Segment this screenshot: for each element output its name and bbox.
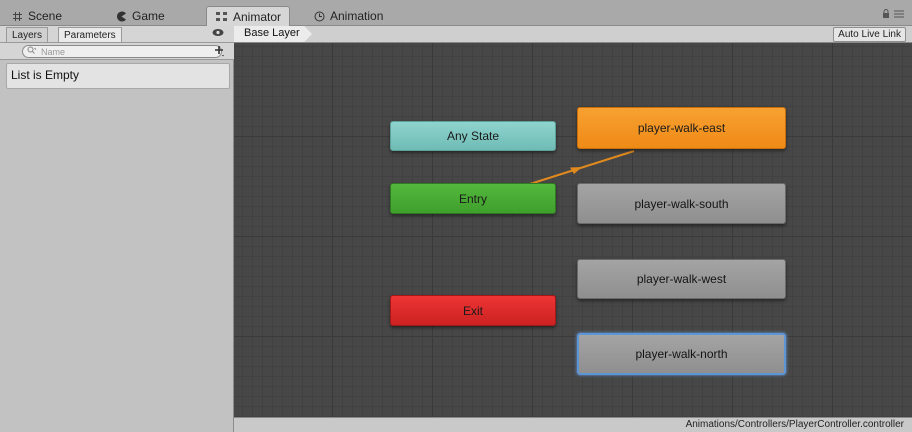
parameters-panel: Layers Parameters List is Empty: [0, 26, 234, 432]
add-parameter-button[interactable]: [214, 45, 226, 60]
pacman-icon: [116, 11, 127, 22]
tab-game[interactable]: Game: [108, 6, 173, 26]
lock-icon[interactable]: [882, 9, 890, 20]
state-node-walk-west[interactable]: player-walk-west: [577, 259, 786, 299]
search-icon: [27, 46, 37, 57]
breadcrumb[interactable]: Base Layer: [234, 26, 312, 42]
empty-list-text: List is Empty: [11, 68, 80, 82]
tab-scene[interactable]: Scene: [4, 6, 70, 26]
animator-icon: [215, 11, 228, 22]
breadcrumb-label: Base Layer: [244, 27, 300, 39]
menu-icon[interactable]: [894, 10, 904, 20]
tab-label: Scene: [28, 9, 63, 23]
transition-arrow[interactable]: [234, 43, 912, 417]
status-bar: Animations/Controllers/PlayerController.…: [234, 417, 912, 432]
tab-label: Animator: [233, 9, 282, 24]
grid-icon: [12, 11, 23, 22]
window-tab-bar: Scene Game Animator Animation: [0, 0, 912, 26]
node-label: player-walk-west: [636, 272, 727, 286]
controller-path: Animations/Controllers/PlayerController.…: [685, 419, 904, 430]
state-node-walk-north[interactable]: player-walk-north: [577, 333, 786, 375]
exit-node[interactable]: Exit: [390, 295, 556, 326]
tab-animator[interactable]: Animator: [206, 6, 291, 26]
any-state-node[interactable]: Any State: [390, 121, 556, 151]
clock-icon: [314, 11, 325, 22]
panel-tabs: Layers Parameters: [0, 26, 234, 43]
node-label: Exit: [462, 303, 483, 318]
node-label: Entry: [458, 191, 487, 206]
tab-animation[interactable]: Animation: [306, 6, 391, 26]
parameter-list: List is Empty: [6, 63, 230, 89]
window-controls: [882, 9, 904, 20]
entry-node[interactable]: Entry: [390, 183, 556, 214]
node-label: player-walk-south: [634, 196, 729, 211]
auto-live-link-button[interactable]: Auto Live Link: [833, 27, 906, 42]
state-node-walk-east[interactable]: player-walk-east: [577, 107, 786, 149]
search-input[interactable]: [22, 45, 222, 58]
state-node-walk-south[interactable]: player-walk-south: [577, 183, 786, 224]
tab-label: Game: [132, 9, 165, 23]
node-label: player-walk-east: [637, 121, 726, 135]
state-machine-graph[interactable]: Any State Entry Exit player-walk-east pl…: [234, 43, 912, 417]
eye-icon[interactable]: [212, 28, 224, 40]
tab-layers[interactable]: Layers: [6, 27, 49, 43]
graph-header: Base Layer Auto Live Link: [234, 26, 912, 43]
node-label: Any State: [446, 129, 500, 143]
node-label: player-walk-north: [635, 347, 728, 361]
tab-label: Animation: [330, 9, 384, 23]
tab-parameters[interactable]: Parameters: [58, 27, 122, 43]
search-row: [0, 43, 234, 60]
